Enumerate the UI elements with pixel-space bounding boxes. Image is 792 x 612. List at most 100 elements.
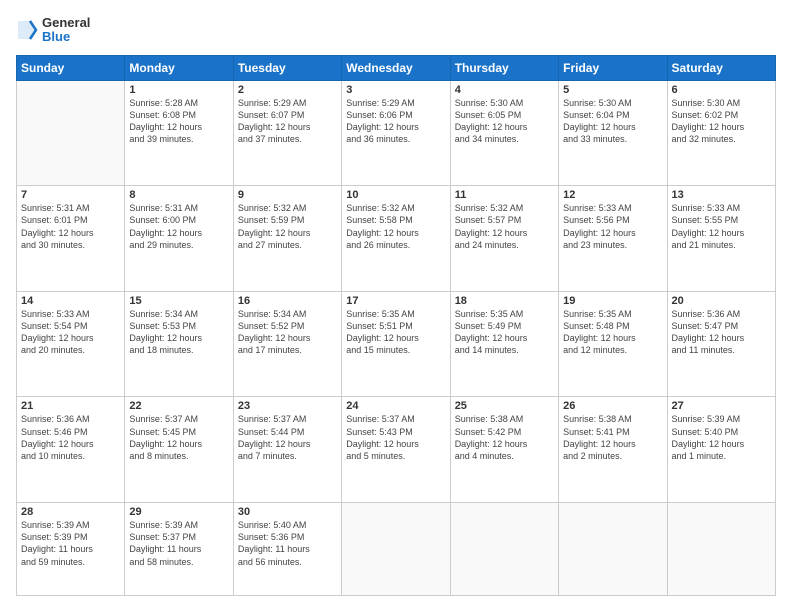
day-number: 3	[346, 84, 445, 96]
day-number: 18	[455, 295, 554, 307]
calendar-week-row: 7Sunrise: 5:31 AM Sunset: 6:01 PM Daylig…	[17, 186, 776, 292]
calendar-cell: 5Sunrise: 5:30 AM Sunset: 6:04 PM Daylig…	[559, 80, 667, 186]
day-number: 17	[346, 295, 445, 307]
day-info: Sunrise: 5:37 AM Sunset: 5:43 PM Dayligh…	[346, 413, 445, 462]
calendar-cell: 26Sunrise: 5:38 AM Sunset: 5:41 PM Dayli…	[559, 397, 667, 503]
day-number: 28	[21, 506, 120, 518]
calendar-cell: 20Sunrise: 5:36 AM Sunset: 5:47 PM Dayli…	[667, 291, 775, 397]
day-info: Sunrise: 5:30 AM Sunset: 6:04 PM Dayligh…	[563, 97, 662, 146]
calendar-cell: 30Sunrise: 5:40 AM Sunset: 5:36 PM Dayli…	[233, 503, 341, 596]
weekday-header: Thursday	[450, 55, 558, 80]
calendar-cell: 4Sunrise: 5:30 AM Sunset: 6:05 PM Daylig…	[450, 80, 558, 186]
calendar-cell: 22Sunrise: 5:37 AM Sunset: 5:45 PM Dayli…	[125, 397, 233, 503]
header: General Blue	[16, 16, 776, 45]
calendar-cell: 23Sunrise: 5:37 AM Sunset: 5:44 PM Dayli…	[233, 397, 341, 503]
calendar-cell: 29Sunrise: 5:39 AM Sunset: 5:37 PM Dayli…	[125, 503, 233, 596]
weekday-header: Saturday	[667, 55, 775, 80]
day-number: 7	[21, 189, 120, 201]
day-info: Sunrise: 5:35 AM Sunset: 5:48 PM Dayligh…	[563, 308, 662, 357]
day-info: Sunrise: 5:38 AM Sunset: 5:41 PM Dayligh…	[563, 413, 662, 462]
day-number: 9	[238, 189, 337, 201]
day-info: Sunrise: 5:32 AM Sunset: 5:58 PM Dayligh…	[346, 202, 445, 251]
calendar-cell: 27Sunrise: 5:39 AM Sunset: 5:40 PM Dayli…	[667, 397, 775, 503]
day-number: 8	[129, 189, 228, 201]
day-info: Sunrise: 5:28 AM Sunset: 6:08 PM Dayligh…	[129, 97, 228, 146]
day-number: 26	[563, 400, 662, 412]
day-number: 20	[672, 295, 771, 307]
calendar-cell: 24Sunrise: 5:37 AM Sunset: 5:43 PM Dayli…	[342, 397, 450, 503]
calendar-cell: 28Sunrise: 5:39 AM Sunset: 5:39 PM Dayli…	[17, 503, 125, 596]
day-number: 5	[563, 84, 662, 96]
day-number: 25	[455, 400, 554, 412]
calendar-cell	[450, 503, 558, 596]
calendar-week-row: 21Sunrise: 5:36 AM Sunset: 5:46 PM Dayli…	[17, 397, 776, 503]
day-info: Sunrise: 5:30 AM Sunset: 6:02 PM Dayligh…	[672, 97, 771, 146]
calendar-cell: 18Sunrise: 5:35 AM Sunset: 5:49 PM Dayli…	[450, 291, 558, 397]
calendar-week-row: 1Sunrise: 5:28 AM Sunset: 6:08 PM Daylig…	[17, 80, 776, 186]
day-info: Sunrise: 5:31 AM Sunset: 6:01 PM Dayligh…	[21, 202, 120, 251]
day-number: 1	[129, 84, 228, 96]
day-info: Sunrise: 5:39 AM Sunset: 5:37 PM Dayligh…	[129, 519, 228, 568]
day-info: Sunrise: 5:37 AM Sunset: 5:45 PM Dayligh…	[129, 413, 228, 462]
day-number: 11	[455, 189, 554, 201]
calendar-cell: 11Sunrise: 5:32 AM Sunset: 5:57 PM Dayli…	[450, 186, 558, 292]
calendar-cell: 14Sunrise: 5:33 AM Sunset: 5:54 PM Dayli…	[17, 291, 125, 397]
weekday-header: Sunday	[17, 55, 125, 80]
day-number: 24	[346, 400, 445, 412]
day-info: Sunrise: 5:36 AM Sunset: 5:47 PM Dayligh…	[672, 308, 771, 357]
logo: General Blue	[16, 16, 90, 45]
calendar-cell: 7Sunrise: 5:31 AM Sunset: 6:01 PM Daylig…	[17, 186, 125, 292]
day-number: 4	[455, 84, 554, 96]
logo-general: General	[42, 16, 90, 30]
day-number: 6	[672, 84, 771, 96]
day-info: Sunrise: 5:32 AM Sunset: 5:59 PM Dayligh…	[238, 202, 337, 251]
day-info: Sunrise: 5:37 AM Sunset: 5:44 PM Dayligh…	[238, 413, 337, 462]
day-info: Sunrise: 5:40 AM Sunset: 5:36 PM Dayligh…	[238, 519, 337, 568]
calendar-cell: 16Sunrise: 5:34 AM Sunset: 5:52 PM Dayli…	[233, 291, 341, 397]
day-info: Sunrise: 5:33 AM Sunset: 5:56 PM Dayligh…	[563, 202, 662, 251]
day-info: Sunrise: 5:32 AM Sunset: 5:57 PM Dayligh…	[455, 202, 554, 251]
day-info: Sunrise: 5:39 AM Sunset: 5:40 PM Dayligh…	[672, 413, 771, 462]
logo-text: General Blue	[42, 16, 90, 45]
day-number: 19	[563, 295, 662, 307]
day-info: Sunrise: 5:34 AM Sunset: 5:53 PM Dayligh…	[129, 308, 228, 357]
calendar-cell: 8Sunrise: 5:31 AM Sunset: 6:00 PM Daylig…	[125, 186, 233, 292]
calendar-cell: 15Sunrise: 5:34 AM Sunset: 5:53 PM Dayli…	[125, 291, 233, 397]
day-number: 15	[129, 295, 228, 307]
calendar-cell: 17Sunrise: 5:35 AM Sunset: 5:51 PM Dayli…	[342, 291, 450, 397]
calendar-cell: 6Sunrise: 5:30 AM Sunset: 6:02 PM Daylig…	[667, 80, 775, 186]
calendar-cell	[17, 80, 125, 186]
calendar-cell	[342, 503, 450, 596]
calendar-cell: 1Sunrise: 5:28 AM Sunset: 6:08 PM Daylig…	[125, 80, 233, 186]
day-info: Sunrise: 5:29 AM Sunset: 6:06 PM Dayligh…	[346, 97, 445, 146]
calendar-cell: 13Sunrise: 5:33 AM Sunset: 5:55 PM Dayli…	[667, 186, 775, 292]
calendar-cell	[559, 503, 667, 596]
day-info: Sunrise: 5:34 AM Sunset: 5:52 PM Dayligh…	[238, 308, 337, 357]
day-number: 30	[238, 506, 337, 518]
day-number: 29	[129, 506, 228, 518]
day-info: Sunrise: 5:35 AM Sunset: 5:49 PM Dayligh…	[455, 308, 554, 357]
calendar: SundayMondayTuesdayWednesdayThursdayFrid…	[16, 55, 776, 596]
day-info: Sunrise: 5:31 AM Sunset: 6:00 PM Dayligh…	[129, 202, 228, 251]
day-number: 14	[21, 295, 120, 307]
day-info: Sunrise: 5:33 AM Sunset: 5:55 PM Dayligh…	[672, 202, 771, 251]
weekday-header: Monday	[125, 55, 233, 80]
weekday-header: Wednesday	[342, 55, 450, 80]
day-info: Sunrise: 5:29 AM Sunset: 6:07 PM Dayligh…	[238, 97, 337, 146]
day-number: 27	[672, 400, 771, 412]
day-info: Sunrise: 5:38 AM Sunset: 5:42 PM Dayligh…	[455, 413, 554, 462]
day-number: 21	[21, 400, 120, 412]
calendar-cell: 10Sunrise: 5:32 AM Sunset: 5:58 PM Dayli…	[342, 186, 450, 292]
logo-blue: Blue	[42, 30, 90, 44]
day-info: Sunrise: 5:35 AM Sunset: 5:51 PM Dayligh…	[346, 308, 445, 357]
day-number: 10	[346, 189, 445, 201]
day-number: 16	[238, 295, 337, 307]
day-number: 23	[238, 400, 337, 412]
calendar-cell: 9Sunrise: 5:32 AM Sunset: 5:59 PM Daylig…	[233, 186, 341, 292]
calendar-cell: 12Sunrise: 5:33 AM Sunset: 5:56 PM Dayli…	[559, 186, 667, 292]
day-number: 12	[563, 189, 662, 201]
day-info: Sunrise: 5:39 AM Sunset: 5:39 PM Dayligh…	[21, 519, 120, 568]
calendar-week-row: 28Sunrise: 5:39 AM Sunset: 5:39 PM Dayli…	[17, 503, 776, 596]
calendar-cell: 21Sunrise: 5:36 AM Sunset: 5:46 PM Dayli…	[17, 397, 125, 503]
day-number: 2	[238, 84, 337, 96]
